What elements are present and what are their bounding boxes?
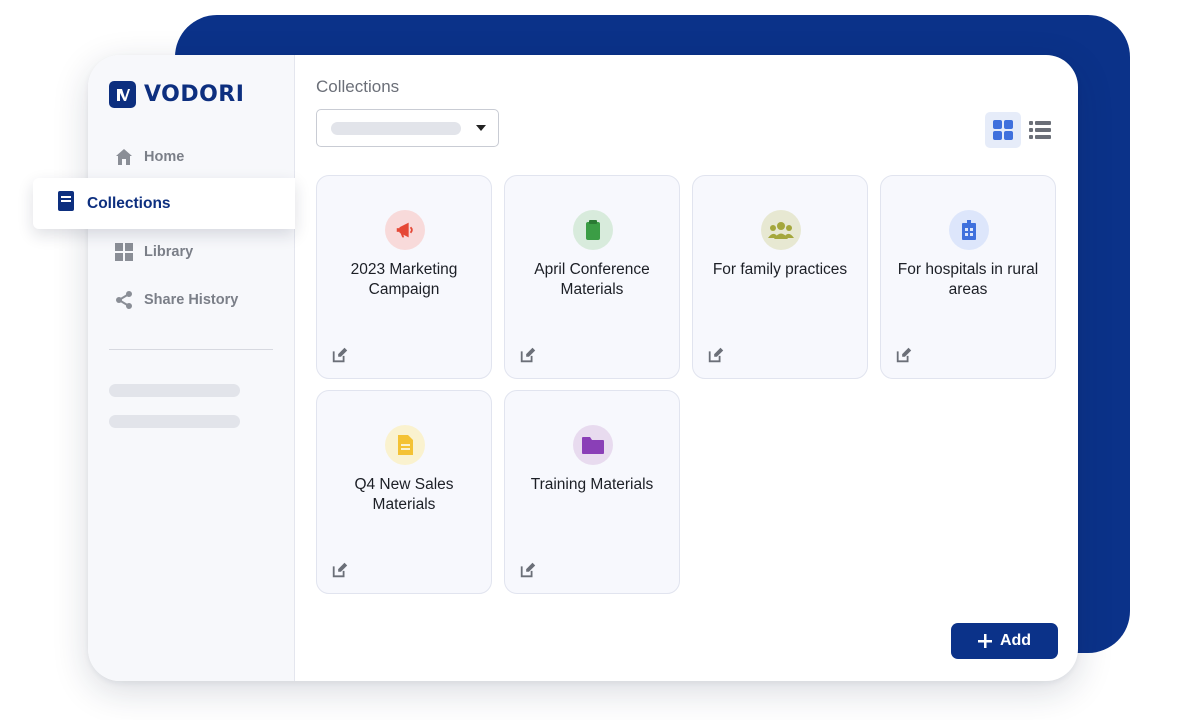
plus-icon (977, 634, 992, 648)
collection-title: For hospitals in rural areas (897, 261, 1039, 298)
share-icon (114, 290, 134, 310)
edit-icon[interactable] (895, 346, 913, 364)
edit-icon[interactable] (707, 346, 725, 364)
edit-icon[interactable] (519, 346, 537, 364)
logo-mark (109, 81, 136, 108)
sidebar-divider (109, 349, 273, 350)
grid-view-button[interactable] (985, 112, 1021, 148)
collection-card[interactable]: For family practices (692, 175, 868, 379)
hospital-icon (949, 210, 989, 250)
grid-icon (114, 242, 134, 262)
app-window: VODORI Home Library Share History Collec… (88, 55, 1078, 681)
sidebar-item-label: Library (144, 244, 194, 260)
grid-view-icon (993, 120, 1013, 140)
book-icon (57, 190, 75, 217)
document-icon (385, 425, 425, 465)
collection-card[interactable]: 2023 Marketing Campaign (316, 175, 492, 379)
collection-card[interactable]: April Conference Materials (504, 175, 680, 379)
collection-card[interactable]: For hospitals in rural areas (880, 175, 1056, 379)
page-title: Collections (316, 77, 400, 96)
collection-title: April Conference Materials (534, 261, 650, 298)
placeholder-bar (109, 384, 240, 397)
collection-title: Training Materials (530, 476, 654, 493)
add-button[interactable]: Add (951, 623, 1058, 659)
collection-card[interactable]: Training Materials (504, 390, 680, 594)
logo: VODORI (109, 81, 244, 108)
list-view-icon (1029, 121, 1051, 139)
sidebar-item-collections[interactable]: Collections (33, 178, 295, 229)
collection-card[interactable]: Q4 New Sales Materials (316, 390, 492, 594)
collection-filter-dropdown[interactable] (316, 109, 499, 147)
sidebar-item-home[interactable]: Home (114, 147, 184, 167)
sidebar-item-label: Home (144, 149, 185, 165)
dropdown-placeholder (331, 122, 461, 135)
megaphone-icon (385, 210, 425, 250)
sidebar-item-label: Share History (144, 292, 239, 308)
collection-title: 2023 Marketing Campaign (350, 261, 458, 298)
folder-icon (573, 425, 613, 465)
collection-title: Q4 New Sales Materials (354, 476, 454, 513)
sidebar-item-label: Collections (87, 194, 171, 212)
sidebar-item-library[interactable]: Library (114, 242, 193, 262)
edit-icon[interactable] (331, 561, 349, 579)
placeholder-bar (109, 415, 240, 428)
sidebar-item-share-history[interactable]: Share History (114, 290, 238, 310)
sidebar: VODORI Home Library Share History (88, 55, 295, 681)
home-icon (114, 147, 134, 167)
list-view-button[interactable] (1022, 112, 1058, 148)
collection-title: For family practices (712, 261, 848, 278)
edit-icon[interactable] (519, 561, 537, 579)
logo-text: VODORI (144, 82, 245, 107)
clipboard-icon (573, 210, 613, 250)
add-button-label: Add (999, 632, 1032, 649)
caret-down-icon (476, 125, 486, 131)
people-icon (761, 210, 801, 250)
edit-icon[interactable] (331, 346, 349, 364)
